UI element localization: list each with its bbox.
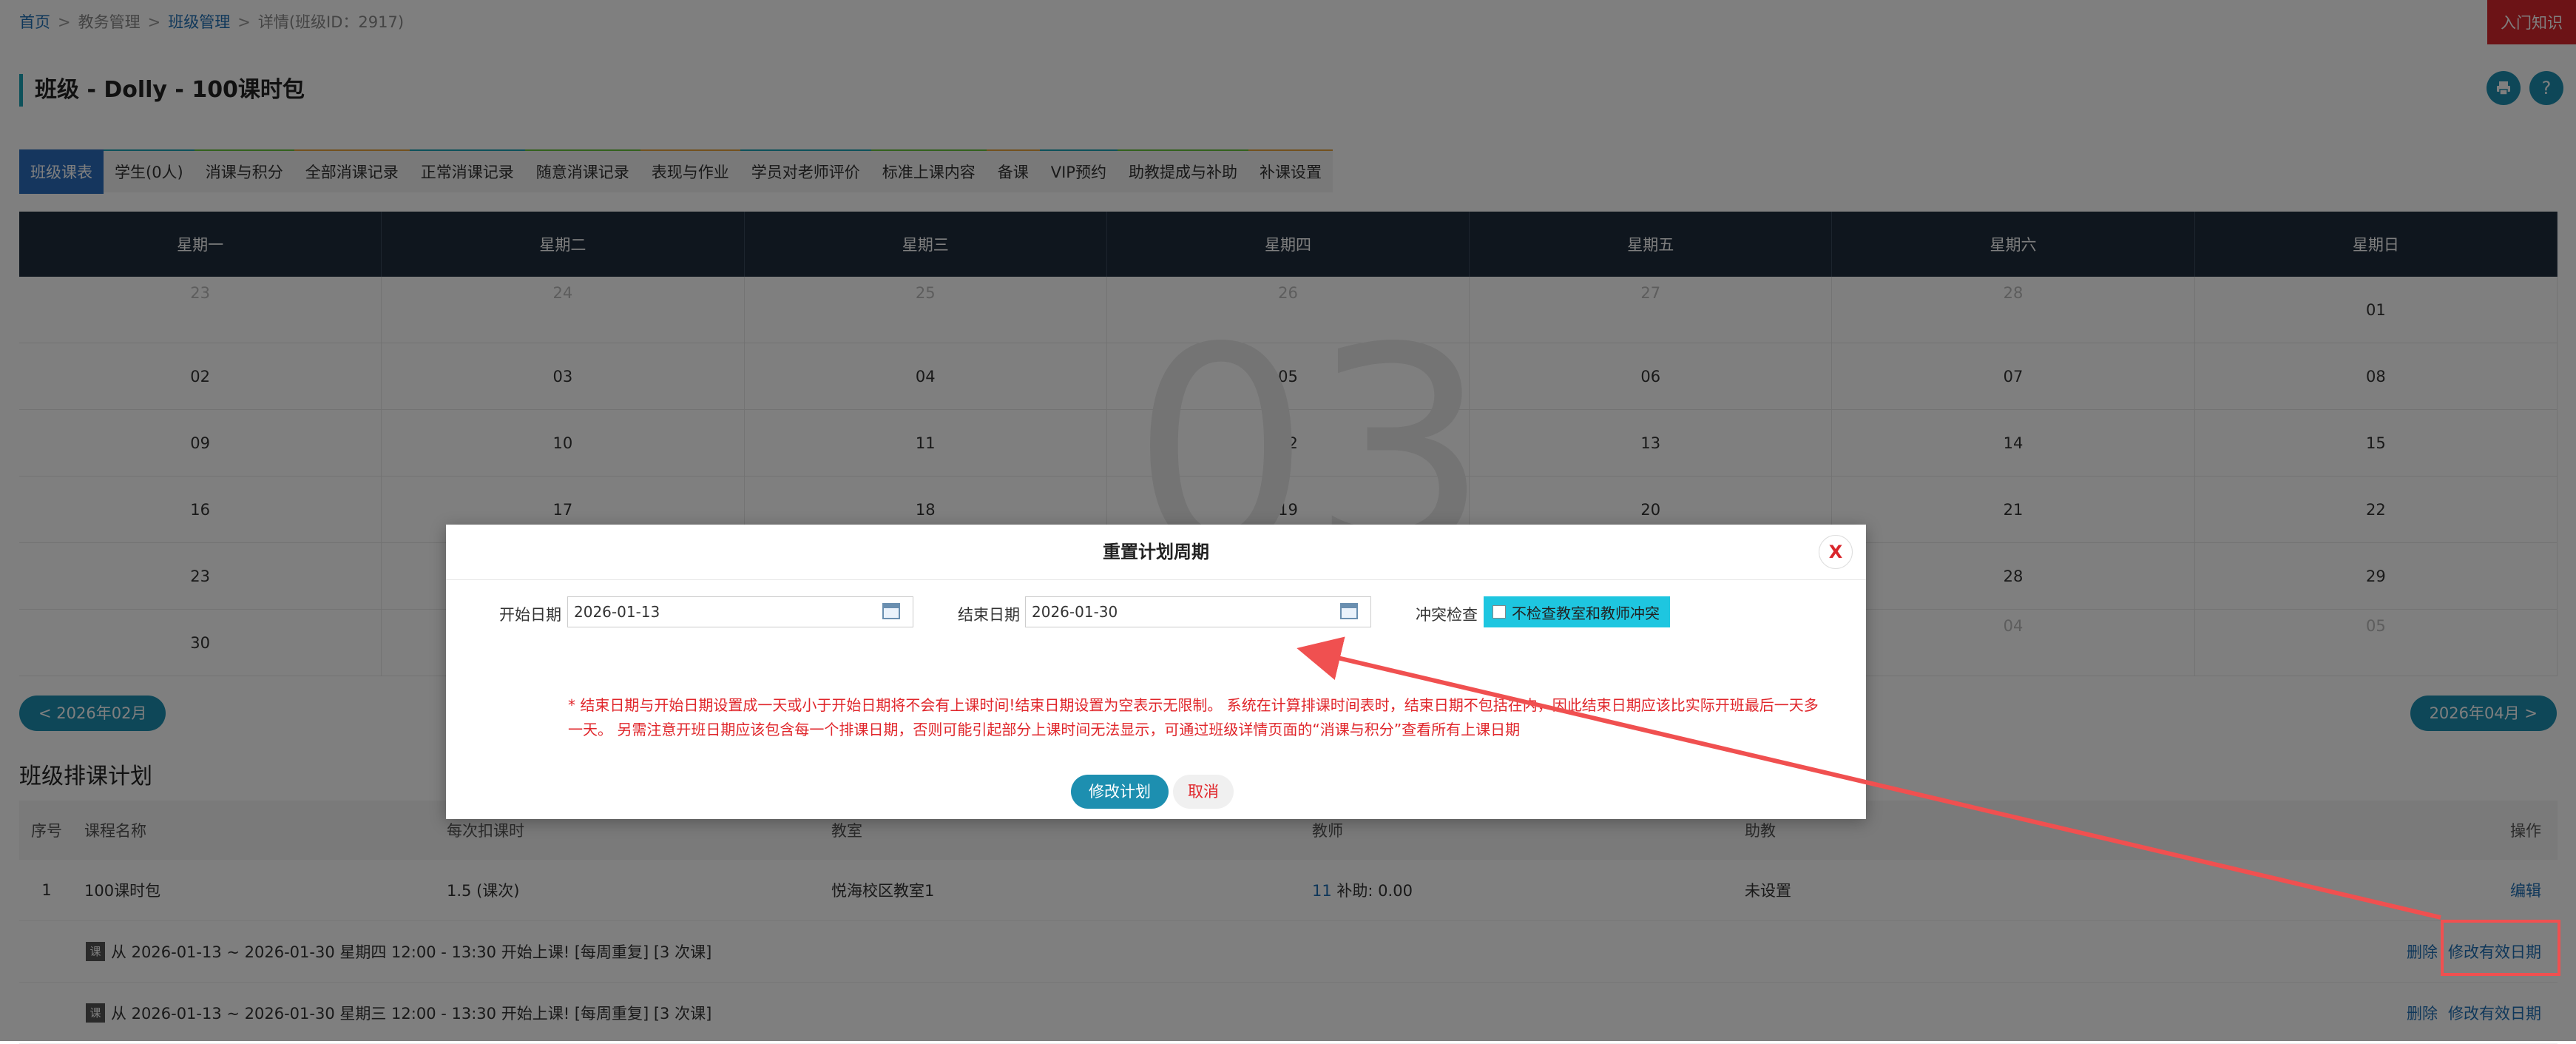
- page: 首页>教务管理>班级管理>详情(班级ID：2917) 入门知识 班级 - Dol…: [0, 0, 2576, 1044]
- annotation-highlight-box: [2441, 920, 2560, 976]
- annotation-arrow: [1297, 636, 2441, 920]
